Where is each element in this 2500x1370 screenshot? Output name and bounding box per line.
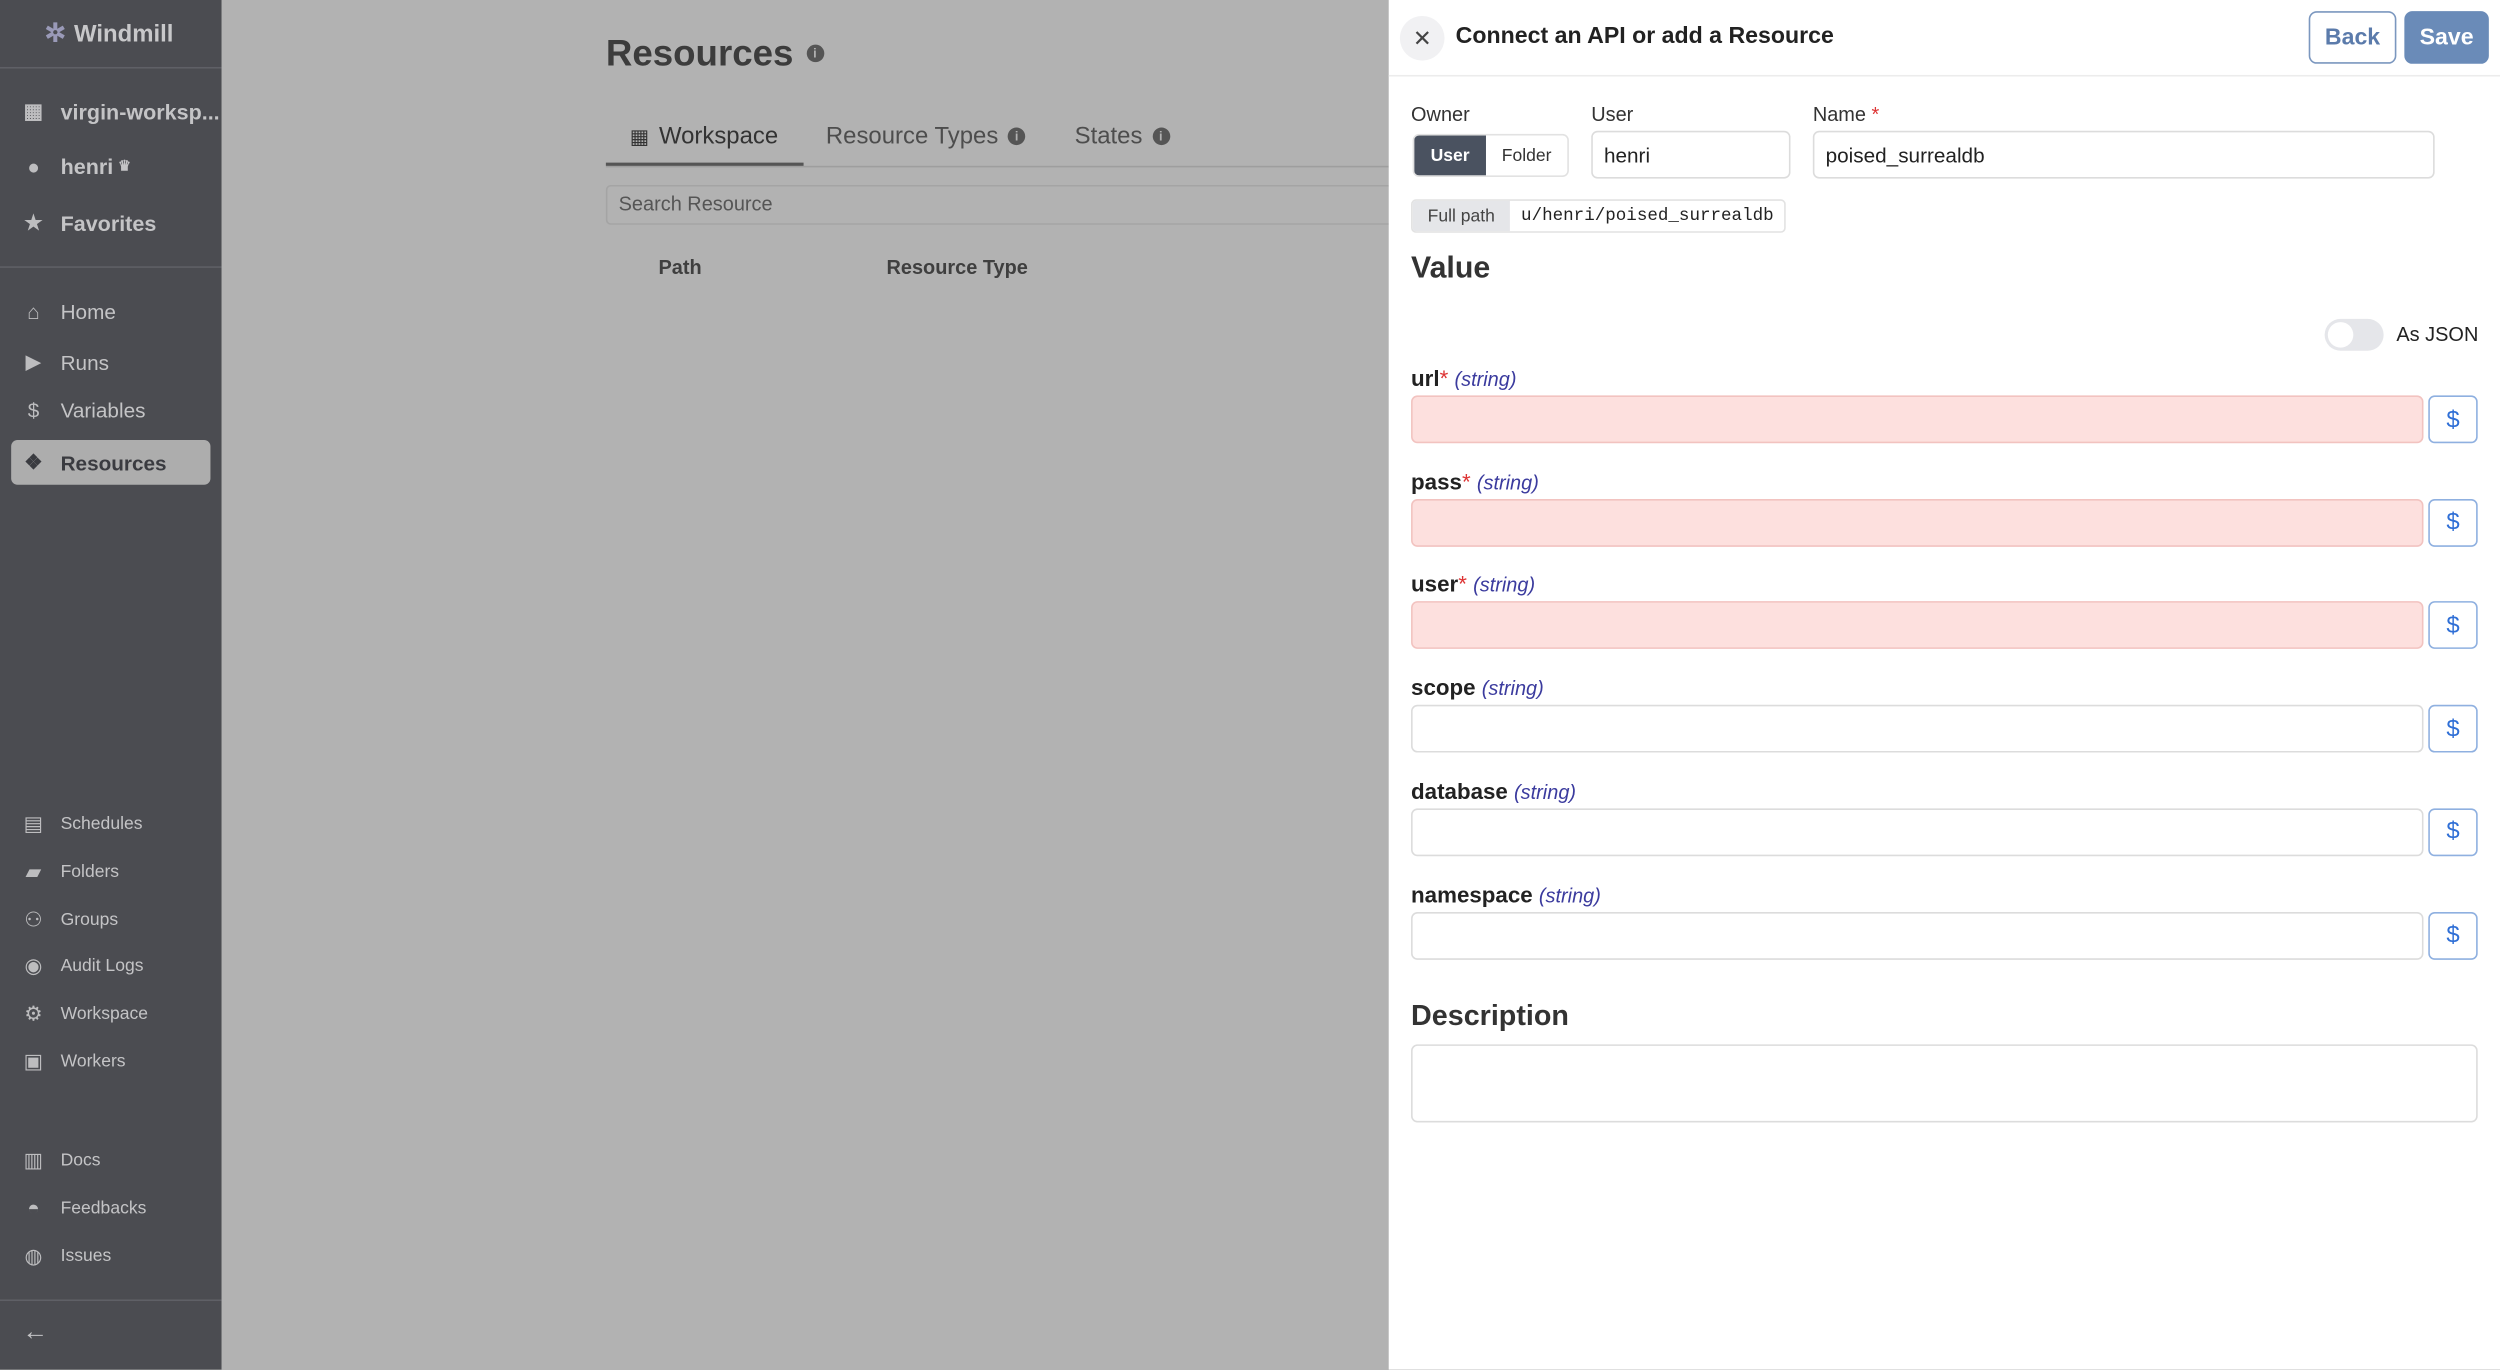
folder-icon: ▰: [25, 859, 42, 884]
sidebar-item-docs[interactable]: ▥ Docs: [22, 1147, 101, 1174]
variable-dollar-icon[interactable]: $: [2428, 911, 2478, 960]
sidebar-item-variables[interactable]: $ Variables: [22, 398, 146, 423]
sidebar-item-resources[interactable]: ❖ Resources: [22, 450, 166, 476]
user-input[interactable]: henri: [1591, 130, 1791, 179]
users-gear-icon: ⚇: [24, 907, 43, 932]
owner-folder-option[interactable]: Folder: [1486, 136, 1567, 176]
field-input-scope[interactable]: [1411, 704, 2424, 753]
variable-dollar-icon[interactable]: $: [2428, 808, 2478, 856]
home-icon: ⌂: [27, 299, 40, 324]
eye-icon: ◉: [24, 953, 43, 978]
field-input-namespace[interactable]: [1411, 911, 2424, 960]
variable-dollar-icon[interactable]: $: [2428, 498, 2478, 547]
field-label-user: user* (string): [1411, 571, 1536, 597]
description-textarea[interactable]: [1411, 1044, 2478, 1123]
field-label-pass: pass* (string): [1411, 468, 1539, 494]
active-tab-underline: [605, 162, 804, 166]
building-icon: ▦: [23, 98, 44, 123]
as-json-label: As JSON: [2396, 323, 2479, 346]
sidebar-item-groups[interactable]: ⚇ Groups: [22, 907, 118, 933]
save-button[interactable]: Save: [2404, 11, 2489, 64]
search-input[interactable]: Search Resource: [605, 184, 1404, 225]
info-icon: i: [1007, 127, 1026, 146]
field-input-pass[interactable]: [1411, 498, 2424, 547]
gear-icon: ⚙: [24, 1001, 43, 1026]
required-marker: *: [1458, 571, 1467, 597]
back-button[interactable]: Back: [2308, 11, 2397, 64]
full-path-value: u/henri/poised_surrealdb: [1521, 206, 1774, 226]
field-label-scope: scope (string): [1411, 674, 1544, 701]
full-path: Full path u/henri/poised_surrealdb: [1411, 199, 1786, 233]
sidebar-item-issues[interactable]: ◍ Issues: [22, 1244, 111, 1270]
sidebar-item-audit-logs[interactable]: ◉ Audit Logs: [22, 953, 143, 979]
name-input[interactable]: poised_surrealdb: [1812, 130, 2435, 179]
user-menu[interactable]: ● henri ♛: [22, 155, 131, 179]
variable-dollar-icon[interactable]: $: [2428, 395, 2478, 444]
drawer-title: Connect an API or add a Resource: [1455, 23, 1834, 50]
header-divider: [1388, 74, 2500, 77]
sidebar-item-workspace[interactable]: ⚙ Workspace: [22, 1001, 148, 1027]
field-input-user[interactable]: [1411, 601, 2424, 650]
field-label-namespace: namespace (string): [1411, 880, 1601, 907]
workspace-menu[interactable]: ▦ virgin-worksp...: [22, 98, 220, 125]
resource-drawer: ✕ Connect an API or add a Resource Back …: [1388, 0, 2500, 1370]
sidebar: ✲ Windmill ▦ virgin-worksp... ● henri ♛ ★ Fa…: [0, 0, 222, 1370]
sidebar-item-home[interactable]: ⌂ Home: [22, 300, 116, 324]
divider: [0, 266, 222, 268]
field-label-url: url* (string): [1411, 365, 1517, 391]
building-icon: ▦: [629, 123, 650, 148]
cubes-icon: ❖: [24, 449, 43, 474]
name-label: Name *: [1812, 103, 1880, 126]
sidebar-item-workers[interactable]: ▣ Workers: [22, 1049, 126, 1075]
crown-icon: ♛: [118, 157, 131, 174]
required-marker: *: [1461, 468, 1471, 494]
user-icon: ●: [27, 154, 40, 179]
variable-dollar-icon[interactable]: $: [2428, 704, 2478, 753]
collapse-arrow-icon[interactable]: ←: [22, 1319, 48, 1348]
windmill-logo-icon: ✲: [44, 20, 67, 48]
owner-toggle: User Folder: [1412, 133, 1569, 177]
field-input-url[interactable]: [1411, 395, 2424, 444]
owner-user-option[interactable]: User: [1414, 135, 1486, 176]
robot-icon: ▣: [23, 1049, 44, 1074]
info-icon[interactable]: i: [806, 44, 824, 63]
sidebar-item-folders[interactable]: ▰ Folders: [22, 859, 120, 885]
close-icon[interactable]: ✕: [1399, 15, 1445, 61]
tab-resource-types[interactable]: Resource Types i: [826, 123, 1026, 150]
play-icon: ▶: [25, 349, 42, 374]
dollar-icon: $: [27, 398, 40, 423]
tabs-border: [605, 165, 1389, 168]
owner-label: Owner: [1411, 103, 1470, 126]
resources-page: Resources i ▦ Workspace Resource Types i S…: [221, 0, 1404, 1370]
required-marker: *: [1439, 365, 1449, 391]
description-heading: Description: [1411, 999, 1569, 1032]
calendar-icon: ▤: [23, 811, 44, 836]
favorites-menu[interactable]: ★ Favorites: [22, 210, 156, 236]
variable-dollar-icon[interactable]: $: [2428, 601, 2478, 650]
sidebar-item-schedules[interactable]: ▤ Schedules: [22, 811, 143, 838]
sidebar-item-feedbacks[interactable]: ◓ Feedbacks: [22, 1196, 146, 1220]
discord-icon: ◓: [27, 1195, 40, 1220]
divider: [0, 1299, 222, 1302]
brand-logo[interactable]: ✲ Windmill: [45, 18, 174, 50]
info-icon: i: [1152, 127, 1170, 146]
book-icon: ▥: [23, 1147, 44, 1172]
field-label-database: database (string): [1411, 777, 1577, 804]
page-title: Resources: [605, 31, 794, 74]
as-json-toggle[interactable]: [2324, 318, 2384, 351]
page-title-row: Resources i: [606, 32, 824, 75]
divider: [0, 66, 222, 69]
field-input-database[interactable]: [1411, 808, 2424, 856]
star-icon: ★: [24, 210, 43, 235]
column-header-resource-type[interactable]: Resource Type: [886, 257, 1027, 279]
column-header-path[interactable]: Path: [658, 257, 701, 279]
github-icon: ◍: [24, 1243, 43, 1268]
tab-workspace[interactable]: ▦ Workspace: [630, 123, 778, 150]
user-label: User: [1591, 103, 1634, 126]
sidebar-item-runs[interactable]: ▶ Runs: [22, 349, 109, 375]
tab-states[interactable]: States i: [1075, 123, 1170, 150]
value-heading: Value: [1411, 251, 1491, 286]
